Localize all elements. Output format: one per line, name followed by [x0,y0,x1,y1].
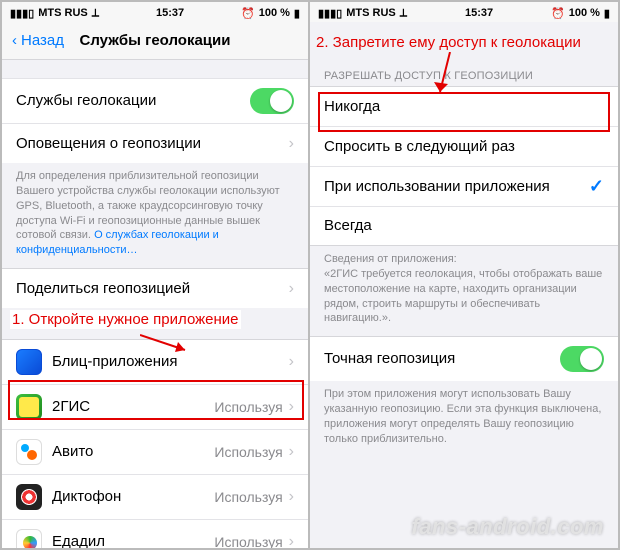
option-label: При использовании приложения [324,178,589,196]
app-row[interactable]: ЕдадилИспользуя › [2,519,308,548]
app-row[interactable]: Блиц-приложения› [2,339,308,384]
app-status: Используя [214,399,282,415]
app-name: Блиц-приложения [52,353,289,371]
toggle-switch[interactable] [560,346,604,372]
alarm-icon: ⏰ [241,7,255,20]
row-label: Оповещения о геопозиции [16,135,289,153]
row-label: Поделиться геопозицией [16,280,289,298]
row-label: Службы геолокации [16,92,250,110]
app-row[interactable]: АвитоИспользуя › [2,429,308,474]
app-icon [16,439,42,465]
option-label: Никогда [324,98,604,116]
permission-option[interactable]: Всегда [310,206,618,246]
app-status: Используя [214,444,282,460]
status-bar: ▮▮▮▯ MTS RUS ⟂ 15:37 ⏰ 100 % ▮ [2,2,308,22]
nav-bar: ‹ Назад Службы геолокации [2,22,308,60]
section-footer: Для определения приблизительной геопозиц… [2,163,308,268]
battery-icon: ▮ [604,7,610,20]
back-label: Назад [21,32,64,49]
chevron-right-icon: › [289,135,294,153]
row-location-services[interactable]: Службы геолокации [2,78,308,123]
check-icon: ✓ [589,176,604,197]
carrier-label: MTS RUS [346,7,396,19]
carrier-label: MTS RUS [38,7,88,19]
option-label: Всегда [324,217,604,235]
app-icon [16,529,42,548]
chevron-right-icon: › [289,488,294,506]
chevron-right-icon: › [289,443,294,461]
app-row[interactable]: ДиктофонИспользуя › [2,474,308,519]
app-name: Едадил [52,533,214,548]
watermark: fans-android.com [411,514,604,540]
chevron-right-icon: › [289,280,294,298]
clock-label: 15:37 [156,7,184,19]
app-name: Диктофон [52,488,214,506]
section-header: РАЗРЕШАТЬ ДОСТУП К ГЕОПОЗИЦИИ [310,60,618,86]
wifi-icon: ⟂ [92,7,99,20]
app-icon [16,484,42,510]
battery-label: 100 % [259,7,290,19]
battery-icon: ▮ [294,7,300,20]
page-title: Службы геолокации [80,32,231,49]
chevron-left-icon: ‹ [12,32,17,49]
app-icon [16,349,42,375]
alarm-icon: ⏰ [551,7,565,20]
section-footer: Данный iPhone используется для обмена [2,308,308,339]
app-status: Используя [214,534,282,548]
clock-label: 15:37 [465,7,493,19]
chevron-right-icon: › [289,398,294,416]
signal-icon: ▮▮▮▯ [318,7,342,20]
permission-option[interactable]: При использовании приложения✓ [310,166,618,206]
back-button[interactable]: ‹ Назад [12,32,64,49]
app-name: 2ГИС [52,398,214,416]
wifi-icon: ⟂ [400,7,407,20]
row-label: Точная геопозиция [324,350,560,368]
row-share-location[interactable]: Поделиться геопозицией › [2,268,308,308]
app-name: Авито [52,443,214,461]
row-location-alerts[interactable]: Оповещения о геопозиции › [2,123,308,163]
status-bar: ▮▮▮▯ MTS RUS ⟂ 15:37 ⏰ 100 % ▮ [310,2,618,22]
option-label: Спросить в следующий раз [324,138,604,156]
signal-icon: ▮▮▮▯ [10,7,34,20]
battery-label: 100 % [569,7,600,19]
app-status: Используя [214,489,282,505]
chevron-right-icon: › [289,533,294,548]
app-info-footer: Сведения от приложения: «2ГИС требуется … [310,246,618,336]
row-precise-location[interactable]: Точная геопозиция [310,336,618,381]
permission-option[interactable]: Спросить в следующий раз [310,126,618,166]
toggle-switch[interactable] [250,88,294,114]
app-row[interactable]: 2ГИСИспользуя › [2,384,308,429]
permission-option[interactable]: Никогда [310,86,618,126]
chevron-right-icon: › [289,353,294,371]
section-footer: При этом приложения могут использовать В… [310,381,618,456]
app-icon [16,394,42,420]
